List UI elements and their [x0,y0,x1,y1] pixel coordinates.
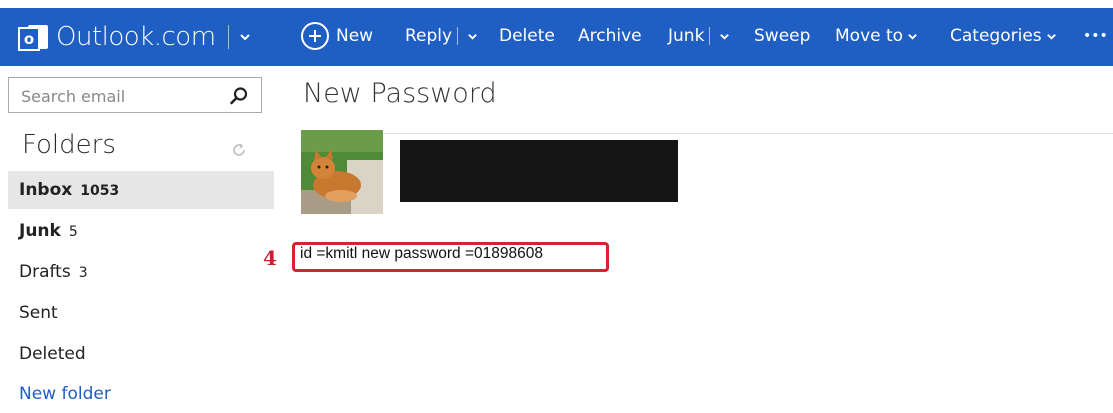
chevron-down-icon[interactable] [719,31,730,42]
plus-circle-icon [301,22,329,50]
sidebar-item-deleted[interactable]: Deleted [8,335,274,373]
brand-name: Outlook.com [56,22,216,52]
message-body: id =kmitl new password =01898608 [300,245,543,262]
brand[interactable]: o Outlook.com [18,22,251,52]
new-folder-link[interactable]: New folder [8,375,274,413]
chevron-down-icon [1046,33,1056,40]
inbox-count: 1053 [80,183,120,199]
sidebar-item-sent[interactable]: Sent [8,294,274,332]
archive-label: Archive [578,26,642,46]
sidebar-item-junk[interactable]: Junk 5 [8,212,274,250]
delete-label: Delete [499,26,555,46]
chevron-down-icon [908,33,917,40]
search-input[interactable] [19,84,223,108]
chevron-down-icon[interactable] [467,31,478,42]
outlook-logo-icon: o [18,23,48,51]
sidebar-item-inbox[interactable]: Inbox 1053 [8,171,274,209]
top-bar: o Outlook.com New Reply Delete Archive J… [0,8,1113,66]
header-divider [300,133,1113,134]
reply-label: Reply [405,26,453,46]
drafts-count: 3 [78,265,88,281]
message-subject: New Password [303,78,497,109]
search-box [8,77,262,113]
annotation-number: 4 [263,246,277,270]
move-to-label: Move to [835,26,904,46]
more-button[interactable]: ••• [1083,28,1108,44]
more-icon: ••• [1083,28,1108,44]
brand-divider [227,25,229,49]
chevron-down-icon[interactable] [239,31,251,43]
delete-button[interactable]: Delete [499,26,555,46]
archive-button[interactable]: Archive [578,26,642,46]
sender-avatar[interactable] [301,130,383,214]
move-to-button[interactable]: Move to [835,26,918,46]
junk-count: 5 [68,224,78,240]
categories-label: Categories [950,26,1042,46]
junk-button[interactable]: Junk [668,26,730,46]
folders-heading: Folders [22,130,116,160]
search-icon[interactable] [229,86,249,106]
new-button[interactable]: New [301,22,373,50]
junk-label: Junk [668,26,705,46]
sweep-button[interactable]: Sweep [754,26,810,46]
sweep-label: Sweep [754,26,811,46]
reply-button[interactable]: Reply [405,26,478,46]
sidebar-item-drafts[interactable]: Drafts 3 [8,253,274,291]
redacted-sender-block [400,140,678,202]
refresh-icon[interactable] [231,142,247,158]
new-label: New [336,26,374,46]
categories-button[interactable]: Categories [950,26,1057,46]
